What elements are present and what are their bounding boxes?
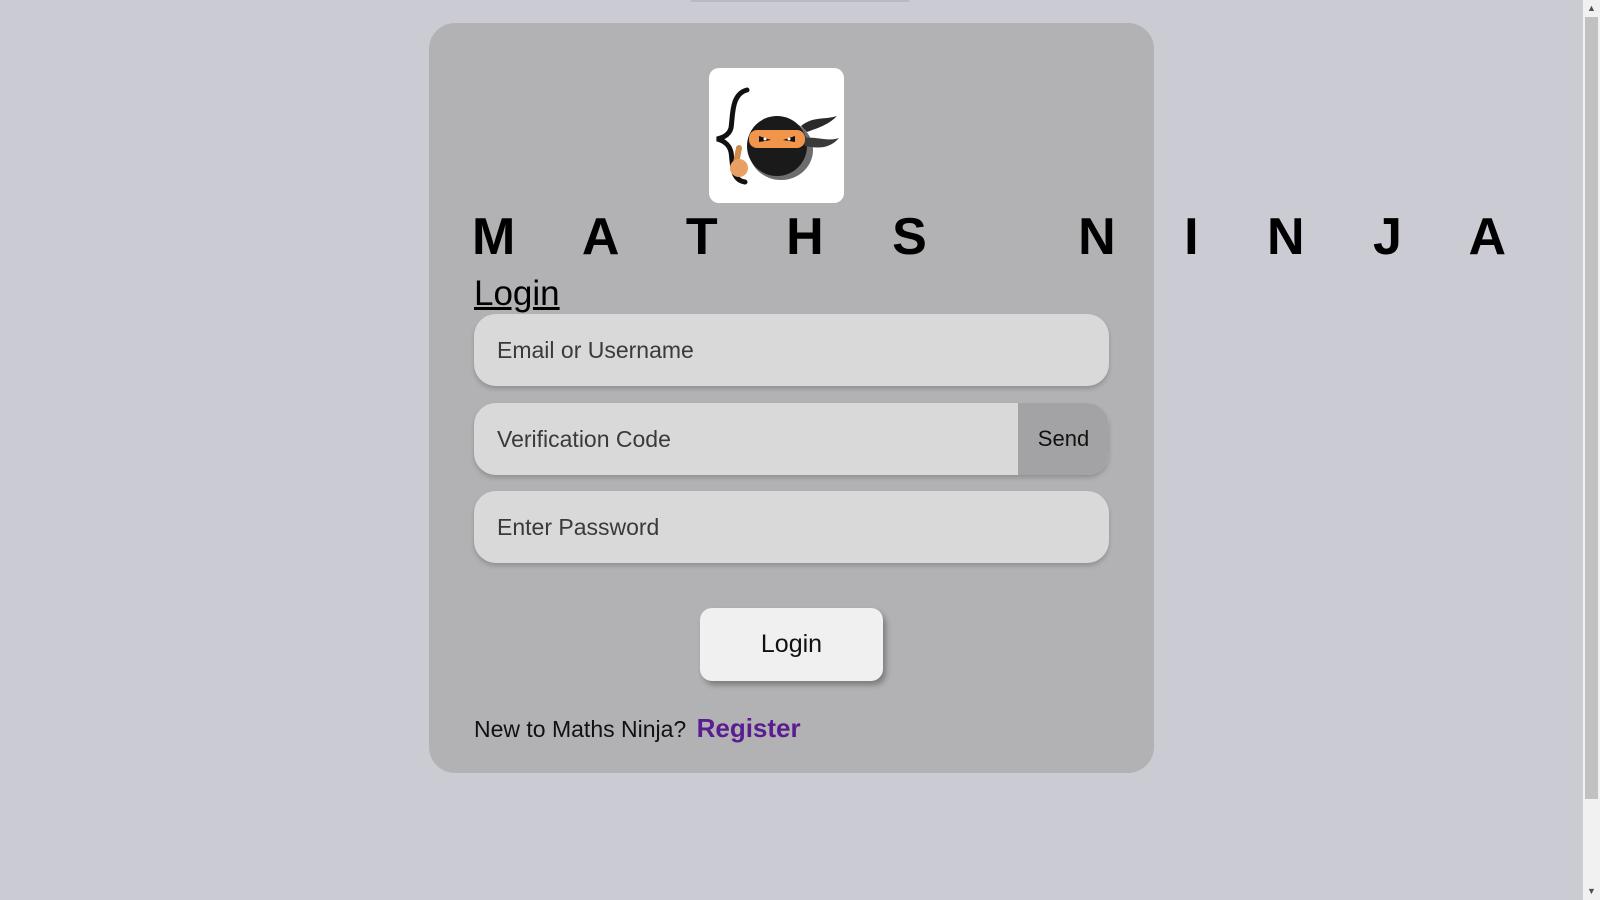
login-card: M A T H S N I N J A Login Send Login New… (429, 23, 1506, 773)
scrollbar-thumb[interactable] (1585, 17, 1598, 799)
ninja-logo-icon (709, 68, 844, 203)
password-field-wrapper (474, 491, 1109, 563)
vertical-scrollbar[interactable]: ▲ ▼ (1583, 0, 1600, 900)
verification-field-wrapper: Send (474, 403, 1109, 475)
chevron-up-icon[interactable]: ▲ (1583, 0, 1600, 17)
page-heading: Login (474, 274, 560, 313)
verification-code-input[interactable] (474, 403, 1018, 475)
register-prompt-text: New to Maths Ninja? (474, 716, 687, 742)
chevron-down-icon[interactable]: ▼ (1583, 883, 1600, 900)
password-input[interactable] (474, 491, 1109, 563)
register-prompt-line: New to Maths Ninja? Register (474, 713, 801, 744)
login-button[interactable]: Login (700, 608, 883, 681)
send-code-button[interactable]: Send (1018, 403, 1109, 475)
email-field-wrapper (474, 314, 1109, 386)
top-edge-decoration (690, 0, 910, 2)
email-username-input[interactable] (474, 314, 1109, 386)
register-link[interactable]: Register (697, 713, 801, 743)
brand-title: M A T H S N I N J A (472, 208, 1534, 266)
